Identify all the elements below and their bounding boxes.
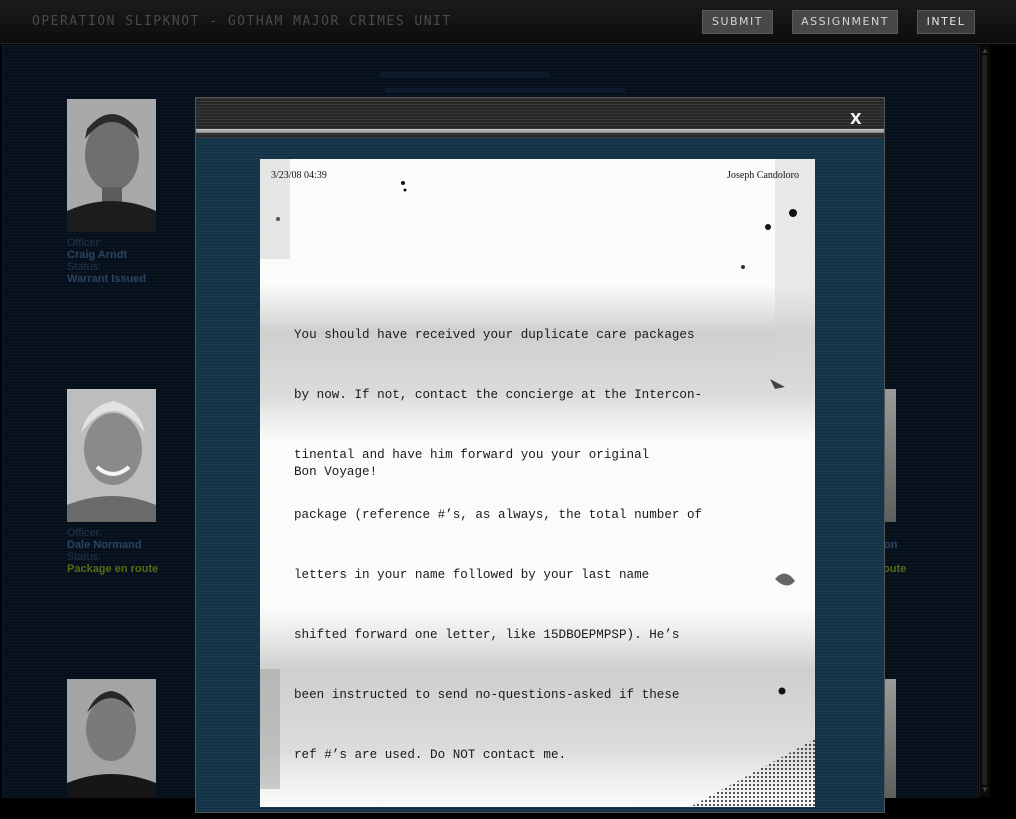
letter-line: package (reference #’s, as always, the t… [294, 508, 703, 522]
letter-line: letters in your name followed by your la… [294, 568, 650, 582]
officer-label: Officer: [67, 527, 103, 539]
letter-line: ref #’s are used. Do NOT contact me. [294, 748, 567, 762]
intel-button[interactable]: INTEL [917, 10, 975, 34]
letter-line: by now. If not, contact the concierge at… [294, 388, 703, 402]
submit-button[interactable]: SUBMIT [702, 10, 773, 34]
officer-card: Officer: Dale Normand Status: Package en… [67, 527, 158, 575]
top-bar: OPERATION SLIPKNOT - GOTHAM MAJOR CRIMES… [0, 0, 1016, 44]
officer-label: Officer: [67, 237, 103, 249]
status-label: Status: [67, 261, 102, 273]
intel-modal: X 3/23/08 04:39 Joseph Candoloro You sho… [195, 97, 885, 813]
letter-line: You should have received your duplicate … [294, 328, 695, 342]
scroll-up-icon[interactable]: ▲ [981, 46, 989, 55]
officer-name: on [884, 539, 898, 551]
suspect-photo[interactable] [67, 389, 156, 522]
status-value: oute [883, 563, 907, 575]
blurred-heading [380, 72, 550, 78]
officer-name: Craig Arndt [67, 249, 128, 261]
officer-name: Dale Normand [67, 539, 142, 551]
letter-body: You should have received your duplicate … [294, 285, 789, 805]
letter-line: tinental and have him forward you your o… [294, 448, 650, 462]
officer-card: Officer: Craig Arndt Status: Warrant Iss… [67, 237, 146, 285]
status-value: Warrant Issued [67, 273, 147, 285]
scrollbar-thumb[interactable] [982, 55, 987, 785]
letter-line: shifted forward one letter, like 15DBOEP… [294, 628, 680, 642]
suspect-photo[interactable] [67, 99, 156, 232]
letter-line: been instructed to send no-questions-ask… [294, 688, 680, 702]
intel-letter: 3/23/08 04:39 Joseph Candoloro You shoul… [260, 159, 815, 807]
assignment-button[interactable]: ASSIGNMENT [792, 10, 898, 34]
scroll-down-icon[interactable]: ▼ [981, 785, 989, 794]
letter-signoff: Bon Voyage! [294, 465, 378, 479]
letter-timestamp: 3/23/08 04:39 [271, 170, 327, 181]
app-title: OPERATION SLIPKNOT - GOTHAM MAJOR CRIMES… [32, 14, 452, 29]
modal-divider [196, 129, 884, 133]
status-value: Package en route [67, 563, 159, 575]
suspect-photo[interactable] [67, 679, 156, 798]
blurred-subheading [385, 88, 625, 93]
close-button[interactable]: X [850, 110, 862, 128]
letter-author: Joseph Candoloro [727, 170, 799, 181]
status-label: Status: [67, 551, 102, 563]
